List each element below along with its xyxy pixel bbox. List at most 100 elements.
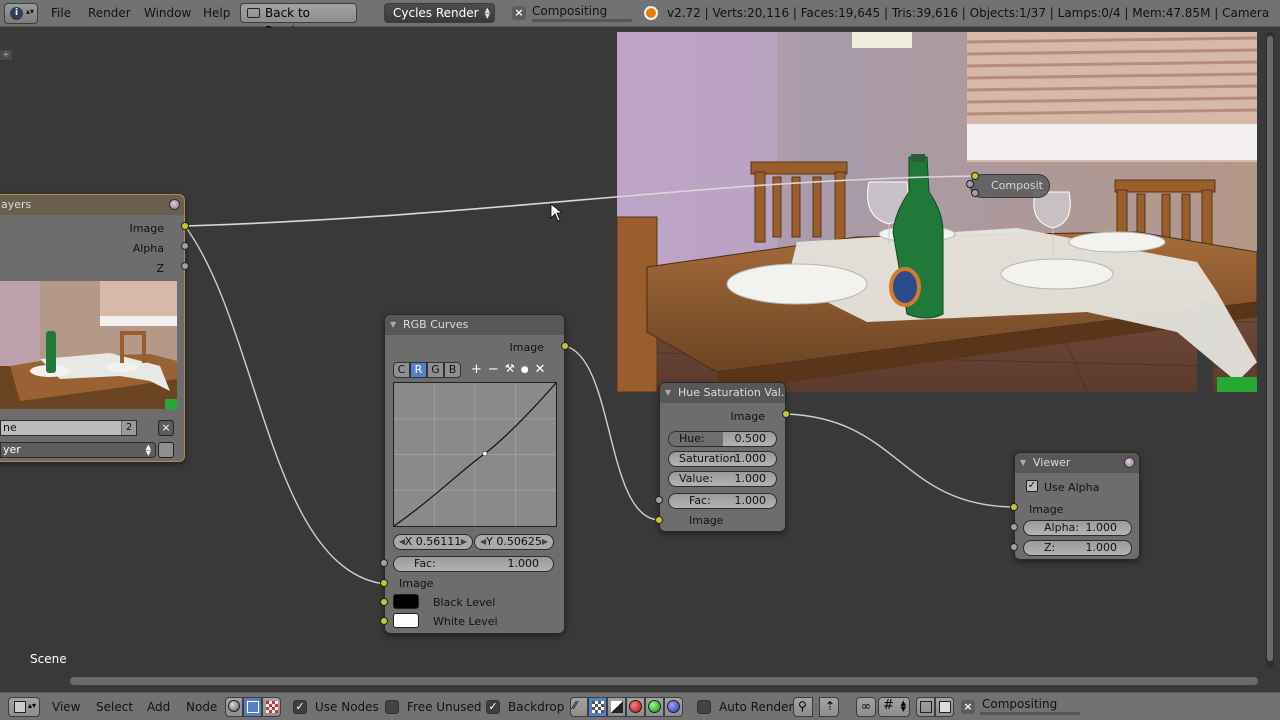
back-to-previous-button[interactable]: Back to Previous xyxy=(240,3,357,38)
parent-node-tree-button[interactable]: ⇡ xyxy=(819,697,839,717)
hsv-image-input-socket[interactable] xyxy=(655,516,663,524)
menu-window[interactable]: Window xyxy=(144,6,191,20)
editor-type-button[interactable]: ▴▾ xyxy=(8,697,40,717)
menu-node[interactable]: Node xyxy=(186,700,217,714)
hsv-image-output-socket[interactable] xyxy=(782,410,790,418)
saturation-field[interactable]: Saturation: 1.000 xyxy=(668,451,777,467)
increment-icon[interactable]: ▶ xyxy=(461,535,467,549)
wrench-icon[interactable]: ⚒ xyxy=(505,362,515,379)
curves-black-socket[interactable] xyxy=(380,598,388,606)
backdrop-alpha-button[interactable] xyxy=(588,697,607,717)
viewer-preview-icon[interactable] xyxy=(1124,457,1135,468)
render-engine-select[interactable]: Cycles Render ▲ ▼ xyxy=(384,3,495,23)
menu-file[interactable]: File xyxy=(51,6,71,20)
increment-icon[interactable]: ▶ xyxy=(542,535,548,549)
viewer-alpha-field[interactable]: Alpha: 1.000 xyxy=(1023,520,1132,536)
white-level-swatch[interactable] xyxy=(393,613,419,628)
compositing-nodes-button[interactable] xyxy=(243,697,262,717)
collapse-triangle-icon[interactable]: ▼ xyxy=(665,383,671,403)
zoom-out-icon[interactable]: − xyxy=(488,362,499,379)
collapse-triangle-icon[interactable]: ▼ xyxy=(390,315,396,335)
hsv-header[interactable]: ▼ Hue Saturation Val... xyxy=(660,383,785,403)
backdrop-blue-button[interactable] xyxy=(664,697,683,717)
viewer-z-socket[interactable] xyxy=(1010,543,1018,551)
composite-image-socket[interactable] xyxy=(971,172,979,180)
node-editor[interactable]: + Composit ayers Image Alpha Z ne 2 × ye… xyxy=(0,28,1280,692)
editor-type-button[interactable]: i ▴▾ xyxy=(4,3,38,24)
use-alpha-checkbox[interactable]: ✓ xyxy=(1026,480,1038,492)
hsv-fac-field[interactable]: Fac: 1.000 xyxy=(668,493,777,509)
curve-x-field[interactable]: ◀ X 0.56111 ▶ xyxy=(393,534,473,550)
menu-help[interactable]: Help xyxy=(203,6,230,20)
menu-add[interactable]: Add xyxy=(147,700,170,714)
hsv-fac-socket[interactable] xyxy=(655,496,663,504)
paste-nodes-button[interactable] xyxy=(935,697,954,717)
rl-image-socket[interactable] xyxy=(181,222,189,230)
viewer-node[interactable]: ▼ Viewer ✓ Use Alpha Image Alpha: 1.000 … xyxy=(1014,452,1140,560)
rl-z-socket[interactable] xyxy=(181,262,189,270)
composite-z-socket[interactable] xyxy=(971,189,979,197)
snap-element-select[interactable]: # ▲ ▼ xyxy=(878,697,910,717)
render-layers-node[interactable]: ayers Image Alpha Z ne 2 × yer ▲ ▼ xyxy=(0,194,185,462)
tab-channel-b[interactable]: B xyxy=(444,362,461,378)
shader-nodes-button[interactable] xyxy=(225,697,243,717)
hsv-node[interactable]: ▼ Hue Saturation Val... Image Hue: 0.500… xyxy=(659,382,786,532)
arrow-up-icon: ⇡ xyxy=(825,699,836,713)
render-layer-select[interactable]: yer ▲ ▼ xyxy=(0,442,156,458)
unlink-scene-icon[interactable]: × xyxy=(158,420,174,436)
curves-image-input-socket[interactable] xyxy=(380,579,388,587)
render-layers-preview-icon[interactable] xyxy=(169,199,180,210)
composite-alpha-socket[interactable] xyxy=(966,180,974,188)
snap-toggle-button[interactable]: ⚲ xyxy=(793,697,813,717)
reset-x-icon[interactable]: ✕ xyxy=(535,362,546,379)
cancel-job-icon[interactable]: × xyxy=(512,6,526,20)
menu-select[interactable]: Select xyxy=(96,700,133,714)
rl-alpha-socket[interactable] xyxy=(181,242,189,250)
vertical-scrollbar-thumb[interactable] xyxy=(1267,36,1273,661)
composite-node[interactable]: Composit xyxy=(970,174,1050,198)
collapse-triangle-icon[interactable]: ▼ xyxy=(1020,453,1026,473)
cancel-job-icon[interactable]: × xyxy=(961,700,975,714)
rgb-curves-node[interactable]: ▼ RGB Curves Image C R G B + − ⚒ ● ✕ ◀ X… xyxy=(384,314,565,634)
black-level-swatch[interactable] xyxy=(393,594,419,609)
render-layer-camera-icon[interactable] xyxy=(158,442,174,458)
decrement-icon[interactable]: ◀ xyxy=(480,535,486,549)
menu-view[interactable]: View xyxy=(52,700,80,714)
clip-dot-icon[interactable]: ● xyxy=(521,362,529,379)
backdrop-rgb-button[interactable] xyxy=(607,697,626,717)
horizontal-scrollbar[interactable] xyxy=(70,677,1258,685)
link-mode-button[interactable]: ∞ xyxy=(856,697,876,717)
viewer-alpha-socket[interactable] xyxy=(1010,523,1018,531)
free-unused-checkbox[interactable] xyxy=(385,700,399,714)
auto-render-checkbox[interactable] xyxy=(697,700,711,714)
curve-y-field[interactable]: ◀ Y 0.50625 ▶ xyxy=(474,534,554,550)
menu-render[interactable]: Render xyxy=(88,6,131,20)
viewer-header[interactable]: ▼ Viewer xyxy=(1015,453,1139,473)
hue-field[interactable]: Hue: 0.500 xyxy=(668,431,777,447)
backdrop-green-button[interactable] xyxy=(645,697,664,717)
render-layers-header[interactable]: ayers xyxy=(0,195,184,215)
curves-fac-field[interactable]: Fac: 1.000 xyxy=(393,556,554,572)
value-field[interactable]: Value: 1.000 xyxy=(668,471,777,487)
curve-graph xyxy=(393,382,557,527)
curves-image-output-socket[interactable] xyxy=(561,342,569,350)
viewer-image-socket[interactable] xyxy=(1010,503,1018,511)
decrement-icon[interactable]: ◀ xyxy=(399,535,405,549)
viewer-z-field[interactable]: Z: 1.000 xyxy=(1023,540,1132,556)
use-nodes-checkbox[interactable]: ✓ xyxy=(293,700,307,714)
backdrop-checkbox[interactable]: ✓ xyxy=(486,700,500,714)
scene-field[interactable]: ne 2 xyxy=(0,420,137,436)
curves-white-socket[interactable] xyxy=(380,617,388,625)
texture-nodes-button[interactable] xyxy=(262,697,281,717)
curves-fac-socket[interactable] xyxy=(380,559,388,567)
curve-editor[interactable] xyxy=(393,382,557,527)
tab-channel-c[interactable]: C xyxy=(393,362,410,378)
tab-channel-g[interactable]: G xyxy=(427,362,444,378)
copy-nodes-button[interactable] xyxy=(916,697,935,717)
rgb-curves-header[interactable]: ▼ RGB Curves xyxy=(385,315,564,335)
backdrop-red-button[interactable] xyxy=(626,697,645,717)
vertical-scrollbar[interactable] xyxy=(1266,32,1274,668)
zoom-in-icon[interactable]: + xyxy=(471,362,482,379)
backdrop-channels-button[interactable]: ⁄⁄ xyxy=(570,697,588,717)
tab-channel-r[interactable]: R xyxy=(410,362,427,378)
